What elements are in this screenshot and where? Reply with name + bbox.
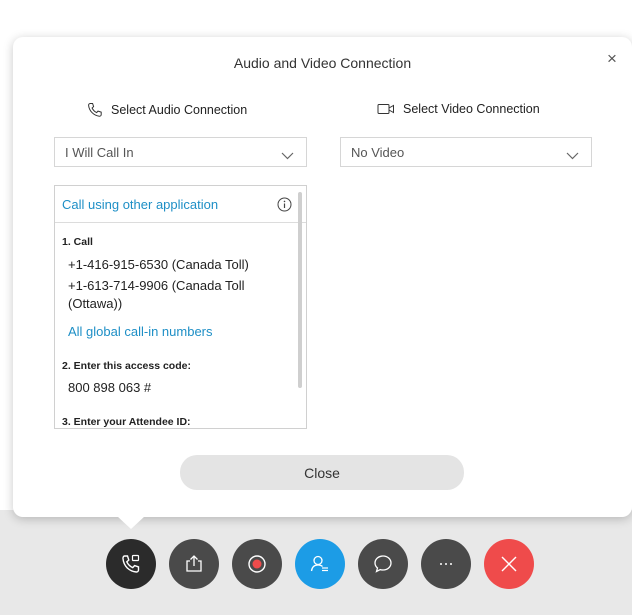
end-meeting-button[interactable]: [484, 539, 534, 589]
share-icon: [183, 553, 205, 575]
more-icon: [435, 553, 457, 575]
video-connection-select[interactable]: No Video: [340, 137, 592, 167]
video-camera-icon: [377, 102, 395, 116]
participants-icon: [309, 553, 331, 575]
video-connection-value: No Video: [351, 144, 405, 160]
video-section-header: Select Video Connection: [377, 102, 540, 116]
chevron-down-icon: [281, 148, 294, 163]
record-icon: [246, 553, 268, 575]
record-button[interactable]: [232, 539, 282, 589]
close-button[interactable]: Close: [180, 455, 464, 490]
phone-icon: [87, 102, 103, 118]
call-in-panel: Call using other application 1. Call +1-…: [54, 185, 307, 429]
panel-scrollbar[interactable]: [298, 192, 302, 388]
call-in-number: +1-416-915-6530 (Canada Toll): [68, 257, 249, 272]
step-attendee-id-label: 3. Enter your Attendee ID:: [62, 416, 191, 428]
call-in-panel-header: Call using other application: [55, 186, 306, 223]
access-code-value: 800 898 063 #: [68, 380, 152, 395]
participants-button[interactable]: [295, 539, 345, 589]
call-in-number: +1-613-714-9906 (Canada Toll (Ottawa)): [68, 278, 245, 311]
dialog-pointer: [117, 516, 145, 529]
chevron-down-icon: [566, 148, 579, 163]
audio-video-dialog: Audio and Video Connection × Select Audi…: [13, 37, 632, 517]
call-other-application-link[interactable]: Call using other application: [62, 197, 218, 212]
audio-connection-button[interactable]: [106, 539, 156, 589]
video-section-label: Select Video Connection: [403, 102, 540, 116]
dialog-close-icon[interactable]: ×: [607, 49, 617, 69]
chat-icon: [372, 553, 394, 575]
share-button[interactable]: [169, 539, 219, 589]
dialog-title: Audio and Video Connection: [233, 55, 412, 71]
step-access-code-label: 2. Enter this access code:: [62, 360, 191, 372]
global-call-in-numbers-link[interactable]: All global call-in numbers: [68, 324, 213, 339]
chat-button[interactable]: [358, 539, 408, 589]
audio-section-label: Select Audio Connection: [111, 103, 248, 117]
step-call-label: 1. Call: [62, 236, 93, 248]
audio-connection-select[interactable]: I Will Call In: [54, 137, 307, 167]
more-options-button[interactable]: [421, 539, 471, 589]
info-icon[interactable]: [277, 197, 292, 217]
audio-section-header: Select Audio Connection: [87, 102, 247, 118]
end-meeting-icon: [498, 553, 520, 575]
audio-connection-icon: [120, 553, 142, 575]
audio-connection-value: I Will Call In: [65, 144, 134, 160]
